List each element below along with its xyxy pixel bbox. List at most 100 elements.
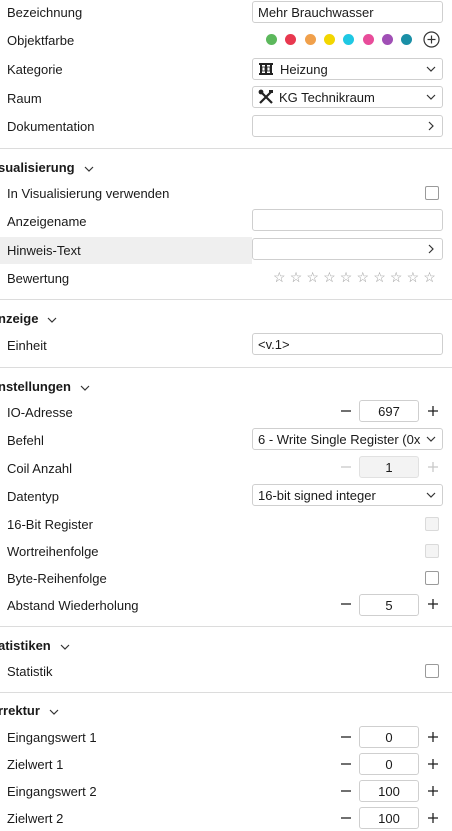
plus-icon[interactable] [426,597,440,611]
divider [0,692,452,693]
chevron-down-icon [48,317,57,323]
kategorie-select[interactable]: Heizung [252,58,443,80]
befehl-select[interactable]: 6 - Write Single Register (0x [252,428,443,450]
star-icon[interactable]: ☆ [306,270,319,284]
heater-icon [259,63,273,75]
divider [0,367,452,368]
chevron-down-icon [426,94,436,100]
hinweis-field[interactable] [252,238,443,260]
zielwert-1-label: Zielwert 1 [7,757,64,772]
chevron-down-icon [60,644,70,650]
star-icon[interactable]: ☆ [373,270,386,284]
section-korrektur-header[interactable]: rrektur [0,703,59,718]
dokumentation-label: Dokumentation [7,119,95,134]
minus-icon[interactable] [339,811,353,825]
io-adresse-label: IO-Adresse [7,405,73,420]
abstand-stepper[interactable]: 5 [359,594,419,616]
plus-icon[interactable] [426,730,440,744]
raum-select[interactable]: KG Technikraum [252,86,443,108]
eingangswert-1-stepper[interactable]: 0 [359,726,419,748]
minus-icon[interactable] [339,597,353,611]
section-statistiken-header[interactable]: atistiken [0,638,70,653]
chevron-right-icon [428,244,434,254]
minus-icon[interactable] [339,730,353,744]
color-swatch[interactable] [343,34,355,45]
eingangswert-2-label: Eingangswert 2 [7,784,97,799]
section-title: nzeige [0,311,39,326]
datentyp-label: Datentyp [7,489,60,504]
befehl-label: Befehl [7,433,44,448]
zielwert-1-stepper[interactable]: 0 [359,753,419,775]
plus-icon[interactable] [426,404,440,418]
section-einstellungen-header[interactable]: nstellungen [0,379,90,394]
color-swatch[interactable] [381,34,393,45]
color-swatch[interactable] [323,34,335,45]
chevron-down-icon [84,166,94,172]
16bit-register-label: 16-Bit Register [7,517,93,532]
raum-label: Raum [7,91,42,106]
befehl-value: 6 - Write Single Register (0x [258,431,421,447]
section-title: atistiken [0,638,51,653]
color-swatch[interactable] [266,34,277,45]
chevron-down-icon [426,492,436,498]
chevron-right-icon [428,121,434,131]
anzeigename-field[interactable] [252,209,443,231]
tools-icon [258,89,273,104]
hinweis-label: Hinweis-Text [7,243,81,258]
kategorie-value: Heizung [280,61,328,77]
einheit-label: Einheit [7,338,47,353]
star-icon[interactable]: ☆ [323,270,336,284]
star-icon[interactable]: ☆ [290,270,303,284]
chevron-down-icon [49,709,59,715]
dokumentation-field[interactable] [252,115,443,137]
einheit-field[interactable]: <v.1> [252,333,443,355]
section-title: rrektur [0,703,40,718]
wortreihenfolge-label: Wortreihenfolge [7,544,99,559]
color-swatch[interactable] [362,34,374,45]
add-color-icon[interactable] [423,31,440,48]
plus-icon[interactable] [426,784,440,798]
chevron-down-icon [80,385,90,391]
bewertung-label: Bewertung [7,271,70,286]
minus-icon [341,466,351,468]
section-visualisierung-header[interactable]: sualisierung [0,160,94,175]
raum-value: KG Technikraum [279,89,375,105]
color-swatch[interactable] [401,34,413,45]
plus-icon[interactable] [426,811,440,825]
color-swatch[interactable] [304,34,316,45]
plus-icon[interactable] [426,757,440,771]
16bit-register-checkbox [425,517,439,531]
datentyp-value: 16-bit signed integer [258,487,376,503]
byte-reihenfolge-checkbox[interactable] [425,571,439,585]
bezeichnung-field[interactable]: Mehr Brauchwasser [252,1,443,23]
datentyp-select[interactable]: 16-bit signed integer [252,484,443,506]
minus-icon[interactable] [339,757,353,771]
kategorie-label: Kategorie [7,62,63,77]
star-icon[interactable]: ☆ [407,270,420,284]
in-visualisierung-label: In Visualisierung verwenden [7,186,170,201]
section-anzeige-header[interactable]: nzeige [0,311,57,326]
minus-icon[interactable] [339,784,353,798]
eingangswert-2-stepper[interactable]: 100 [359,780,419,802]
minus-icon[interactable] [339,404,353,418]
star-icon[interactable]: ☆ [273,270,286,284]
zielwert-2-stepper[interactable]: 100 [359,807,419,829]
star-icon[interactable]: ☆ [390,270,403,284]
divider [0,299,452,300]
coil-anzahl-stepper: 1 [359,456,419,478]
chevron-down-icon [426,66,436,72]
statistik-checkbox[interactable] [425,664,439,678]
plus-icon [428,462,438,472]
star-icon[interactable]: ☆ [340,270,353,284]
star-icon[interactable]: ☆ [423,270,436,284]
chevron-down-icon [426,434,436,444]
eingangswert-1-label: Eingangswert 1 [7,730,97,745]
color-swatch[interactable] [285,34,297,45]
anzeigename-label: Anzeigename [7,214,87,229]
in-visualisierung-checkbox[interactable] [425,186,439,200]
bezeichnung-label: Bezeichnung [7,5,83,20]
section-title: sualisierung [0,160,75,175]
objektfarbe-label: Objektfarbe [7,33,75,48]
star-icon[interactable]: ☆ [357,270,370,284]
io-adresse-stepper[interactable]: 697 [359,400,419,422]
